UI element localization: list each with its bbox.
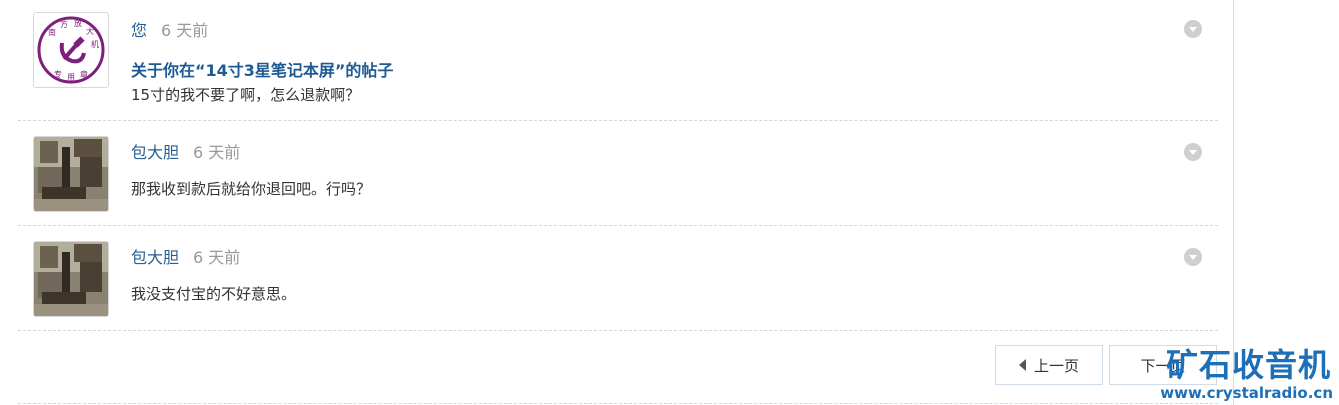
- svg-text:大: 大: [86, 26, 94, 36]
- message-meta: 包大胆 6 天前: [131, 244, 240, 268]
- message-time: 6 天前: [161, 21, 209, 40]
- message-meta: 您 6 天前: [131, 17, 208, 41]
- divider: [18, 403, 1218, 404]
- avatar[interactable]: [33, 136, 109, 212]
- author-link[interactable]: 您: [131, 21, 147, 40]
- message-item: 南 方 放 大 机 专 用 章 您 6 天前 关于你在“14寸3星笔记本屏”的帖子…: [18, 0, 1218, 121]
- chevron-left-icon: [1018, 359, 1026, 371]
- photo-avatar-image: [34, 137, 108, 211]
- avatar[interactable]: [33, 241, 109, 317]
- message-meta: 包大胆 6 天前: [131, 139, 240, 163]
- prev-page-button[interactable]: 上一页: [995, 345, 1103, 385]
- svg-text:机: 机: [91, 39, 99, 49]
- message-body: 我没支付宝的不好意思。: [131, 285, 297, 303]
- avatar[interactable]: 南 方 放 大 机 专 用 章: [33, 12, 109, 88]
- chevron-down-icon[interactable]: [1184, 143, 1202, 161]
- chevron-down-icon[interactable]: [1184, 248, 1202, 266]
- svg-text:南: 南: [48, 27, 56, 37]
- svg-text:用: 用: [67, 73, 75, 82]
- message-time: 6 天前: [193, 248, 241, 267]
- watermark-url: www.crystalradio.cn: [1160, 384, 1333, 402]
- message-item: 包大胆 6 天前 我没支付宝的不好意思。: [18, 226, 1218, 331]
- author-link[interactable]: 包大胆: [131, 143, 179, 162]
- svg-text:章: 章: [80, 69, 88, 79]
- message-time: 6 天前: [193, 143, 241, 162]
- svg-text:专: 专: [54, 69, 62, 79]
- svg-text:方: 方: [60, 19, 68, 29]
- prev-page-label: 上一页: [1033, 356, 1079, 375]
- seal-avatar-image: 南 方 放 大 机 专 用 章: [34, 13, 108, 87]
- message-body: 那我收到款后就给你退回吧。行吗？: [131, 180, 372, 198]
- next-page-button[interactable]: 下一页: [1109, 345, 1217, 385]
- message-body: 15寸的我不要了啊，怎么退款啊？: [131, 86, 361, 104]
- next-page-label: 下一页: [1140, 356, 1186, 375]
- svg-text:放: 放: [74, 18, 82, 28]
- right-column-divider: [1233, 0, 1234, 405]
- message-subject[interactable]: 关于你在“14寸3星笔记本屏”的帖子: [131, 57, 393, 81]
- message-item: 包大胆 6 天前 那我收到款后就给你退回吧。行吗？: [18, 121, 1218, 226]
- message-thread: 南 方 放 大 机 专 用 章 您 6 天前 关于你在“14寸3星笔记本屏”的帖子…: [18, 0, 1218, 331]
- chevron-down-icon[interactable]: [1184, 20, 1202, 38]
- photo-avatar-image: [34, 242, 108, 316]
- author-link[interactable]: 包大胆: [131, 248, 179, 267]
